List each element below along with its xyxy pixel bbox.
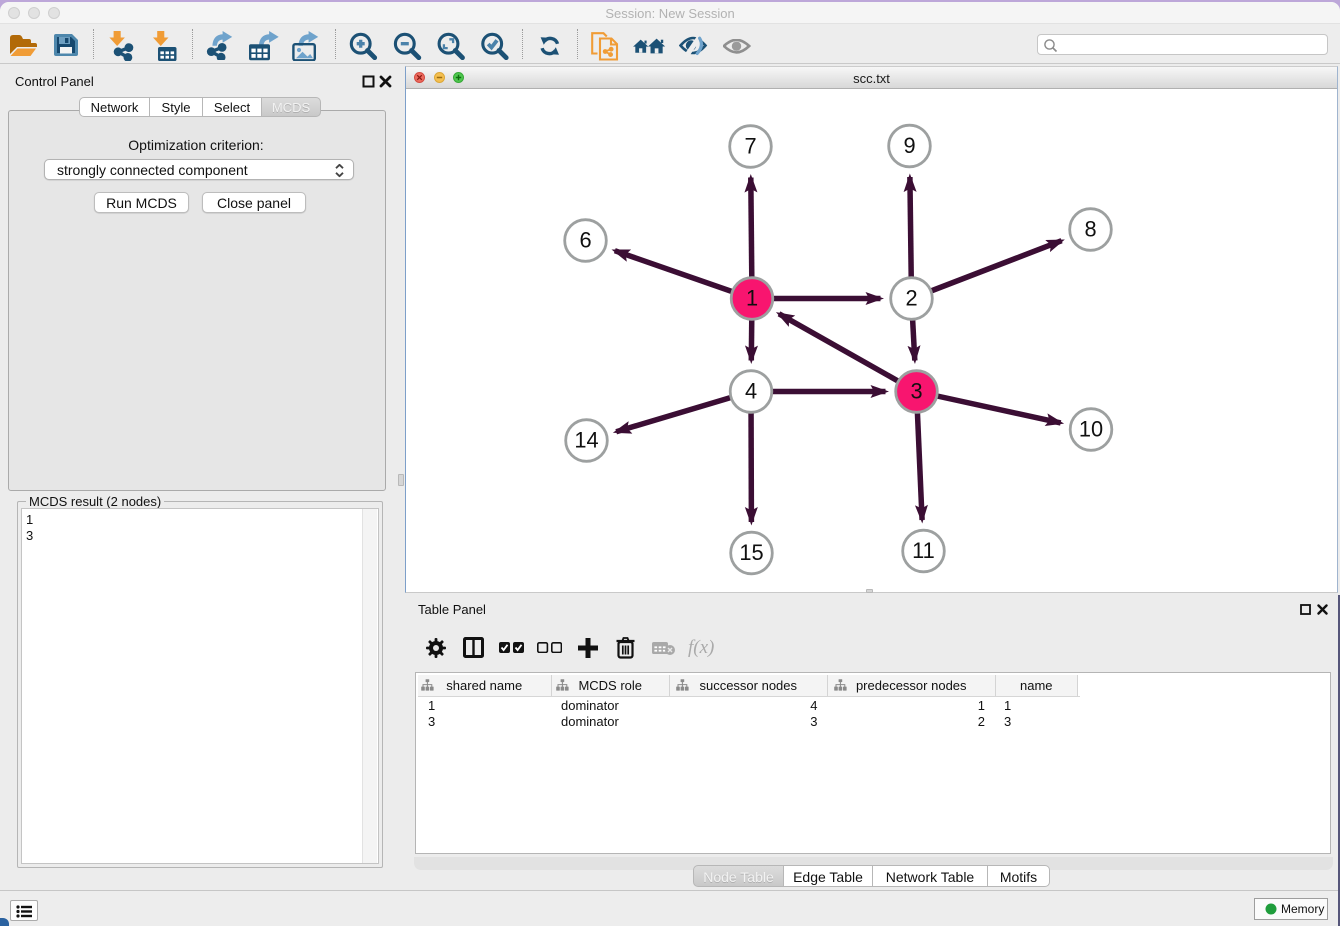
svg-text:2: 2 [905, 286, 917, 311]
svg-text:9: 9 [903, 133, 915, 158]
svg-text:4: 4 [745, 379, 757, 404]
svg-text:10: 10 [1079, 417, 1103, 442]
svg-text:8: 8 [1084, 217, 1096, 242]
svg-text:7: 7 [744, 134, 756, 159]
svg-text:15: 15 [739, 540, 763, 565]
svg-text:1: 1 [746, 286, 758, 311]
svg-text:6: 6 [579, 228, 591, 253]
svg-text:3: 3 [910, 379, 922, 404]
svg-text:11: 11 [912, 538, 935, 563]
svg-text:14: 14 [574, 428, 598, 453]
